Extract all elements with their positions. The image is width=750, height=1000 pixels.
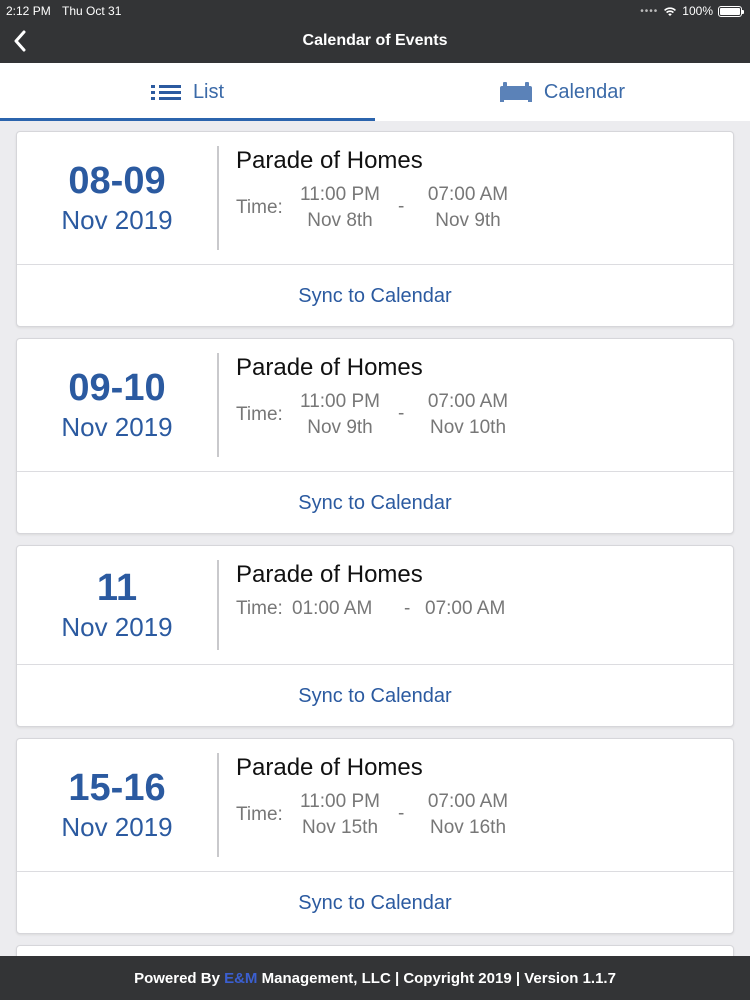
view-tabs: List Calendar bbox=[0, 63, 750, 121]
end-date: Nov 16th bbox=[429, 817, 507, 838]
nav-bar: Calendar of Events bbox=[0, 20, 750, 63]
time-label: Time: bbox=[236, 804, 283, 825]
end-time: 07:00 AM bbox=[425, 598, 506, 619]
start-time: 11:00 PM bbox=[300, 791, 380, 812]
event-end: 07:00 AM Nov 9th bbox=[418, 182, 518, 234]
top-bar: 2:12 PM Thu Oct 31 •••• 100% Calendar of… bbox=[0, 0, 750, 63]
event-card: 08-09 Nov 2019 Parade of Homes Time: 11:… bbox=[16, 131, 734, 327]
footer-prefix: Powered By bbox=[134, 969, 225, 987]
calendar-bed-icon bbox=[499, 82, 532, 102]
event-info: Parade of Homes Time: 01:00 AM - 07:00 A… bbox=[236, 560, 723, 626]
event-card-body: 08-09 Nov 2019 Parade of Homes Time: 11:… bbox=[17, 132, 733, 265]
event-month: Nov 2019 bbox=[61, 612, 173, 642]
event-time: Time: 11:00 PM Nov 8th - 07:00 AM Nov 9t… bbox=[236, 182, 723, 238]
event-month: Nov 2019 bbox=[61, 205, 173, 235]
tab-calendar-label: Calendar bbox=[543, 80, 626, 103]
sync-to-calendar-button[interactable]: Sync to Calendar bbox=[17, 265, 733, 327]
tab-list[interactable]: List bbox=[0, 63, 375, 121]
event-day: 08-09 bbox=[68, 160, 166, 202]
event-start: 01:00 AM bbox=[292, 596, 392, 622]
event-time: Time: 11:00 PM Nov 9th - 07:00 AM Nov 10… bbox=[236, 389, 723, 445]
start-time: 11:00 PM bbox=[300, 391, 380, 412]
event-card-body: 15-16 Nov 2019 Parade of Homes Time: 11:… bbox=[17, 739, 733, 872]
sync-to-calendar-button[interactable]: Sync to Calendar bbox=[17, 872, 733, 934]
end-date: Nov 9th bbox=[435, 210, 501, 231]
event-month: Nov 2019 bbox=[61, 812, 173, 842]
event-divider bbox=[217, 560, 219, 650]
event-day: 11 bbox=[96, 567, 138, 609]
footer: Powered By E&M Management, LLC | Copyrig… bbox=[0, 956, 750, 1000]
event-end: 07:00 AM Nov 16th bbox=[418, 789, 518, 841]
event-date: 08-09 Nov 2019 bbox=[17, 132, 217, 264]
event-card-partial bbox=[16, 945, 734, 956]
event-card-body: 09-10 Nov 2019 Parade of Homes Time: 11:… bbox=[17, 339, 733, 472]
status-bar: 2:12 PM Thu Oct 31 •••• 100% bbox=[0, 0, 750, 20]
end-time: 07:00 AM bbox=[427, 791, 509, 812]
event-time: Time: 11:00 PM Nov 15th - 07:00 AM Nov 1… bbox=[236, 789, 723, 845]
event-start: 11:00 PM Nov 8th bbox=[292, 182, 388, 234]
event-divider bbox=[217, 146, 219, 250]
start-date: Nov 15th bbox=[301, 817, 379, 838]
start-time: 11:00 PM bbox=[300, 184, 380, 205]
tab-list-label: List bbox=[192, 80, 225, 103]
time-separator: - bbox=[404, 598, 411, 619]
event-info: Parade of Homes Time: 11:00 PM Nov 9th -… bbox=[236, 353, 723, 445]
time-label: Time: bbox=[236, 404, 283, 425]
event-start: 11:00 PM Nov 15th bbox=[292, 789, 388, 841]
time-label: Time: bbox=[236, 598, 283, 619]
event-end: 07:00 AM bbox=[425, 596, 525, 622]
event-divider bbox=[217, 753, 219, 857]
time-separator: - bbox=[398, 403, 405, 424]
start-date: Nov 8th bbox=[307, 210, 373, 231]
battery-percent: 100% bbox=[682, 4, 713, 18]
event-start: 11:00 PM Nov 9th bbox=[292, 389, 388, 441]
end-date: Nov 10th bbox=[429, 417, 507, 438]
page-title: Calendar of Events bbox=[302, 32, 448, 49]
time-label: Time: bbox=[236, 197, 283, 218]
battery-icon bbox=[718, 5, 744, 17]
event-info: Parade of Homes Time: 11:00 PM Nov 8th -… bbox=[236, 146, 723, 238]
event-day: 09-10 bbox=[68, 367, 166, 409]
start-time: 01:00 AM bbox=[292, 598, 373, 619]
event-time: Time: 01:00 AM - 07:00 AM bbox=[236, 596, 723, 626]
tab-calendar[interactable]: Calendar bbox=[375, 63, 750, 121]
event-date: 11 Nov 2019 bbox=[17, 546, 217, 664]
end-time: 07:00 AM bbox=[427, 391, 509, 412]
event-title: Parade of Homes bbox=[236, 561, 423, 588]
start-date: Nov 9th bbox=[307, 417, 373, 438]
sync-to-calendar-button[interactable]: Sync to Calendar bbox=[17, 472, 733, 534]
sync-to-calendar-button[interactable]: Sync to Calendar bbox=[17, 665, 733, 727]
event-list[interactable]: 08-09 Nov 2019 Parade of Homes Time: 11:… bbox=[0, 121, 750, 956]
wifi-icon bbox=[664, 6, 677, 16]
signal-dots-icon: •••• bbox=[640, 5, 659, 17]
time-separator: - bbox=[398, 803, 405, 824]
status-date: Thu Oct 31 bbox=[62, 4, 122, 18]
event-title: Parade of Homes bbox=[236, 754, 423, 781]
event-card: 09-10 Nov 2019 Parade of Homes Time: 11:… bbox=[16, 338, 734, 534]
status-time: 2:12 PM bbox=[6, 4, 51, 18]
event-info: Parade of Homes Time: 11:00 PM Nov 15th … bbox=[236, 753, 723, 845]
event-divider bbox=[217, 353, 219, 457]
time-separator: - bbox=[398, 196, 405, 217]
status-right: •••• 100% bbox=[640, 4, 744, 18]
event-card: 15-16 Nov 2019 Parade of Homes Time: 11:… bbox=[16, 738, 734, 934]
event-date: 09-10 Nov 2019 bbox=[17, 339, 217, 471]
end-time: 07:00 AM bbox=[427, 184, 509, 205]
list-icon bbox=[150, 85, 181, 100]
event-date: 15-16 Nov 2019 bbox=[17, 739, 217, 871]
event-card-body: 11 Nov 2019 Parade of Homes Time: 01:00 … bbox=[17, 546, 733, 665]
event-month: Nov 2019 bbox=[61, 412, 173, 442]
footer-brand-link[interactable]: E&M bbox=[224, 970, 257, 987]
footer-suffix: Management, LLC | Copyright 2019 | Versi… bbox=[257, 969, 616, 987]
event-day: 15-16 bbox=[68, 767, 166, 809]
event-title: Parade of Homes bbox=[236, 147, 423, 174]
event-title: Parade of Homes bbox=[236, 354, 423, 381]
event-end: 07:00 AM Nov 10th bbox=[418, 389, 518, 441]
event-card: 11 Nov 2019 Parade of Homes Time: 01:00 … bbox=[16, 545, 734, 727]
